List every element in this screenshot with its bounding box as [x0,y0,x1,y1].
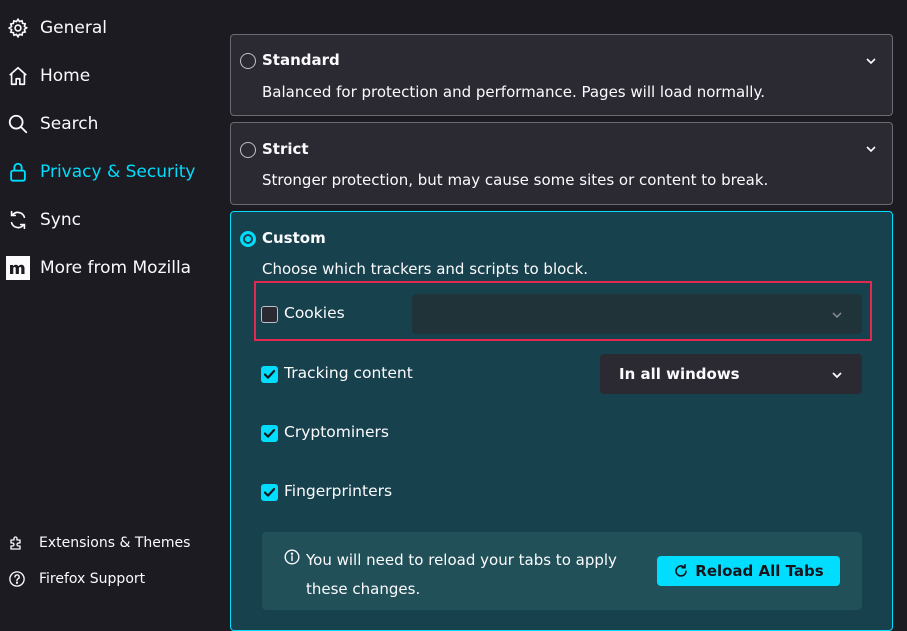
search-icon [6,112,30,136]
sync-icon [6,208,30,232]
tracking-content-select[interactable]: In all windows [600,354,862,394]
sidebar: General Home Search Privacy & Security S… [0,0,214,614]
tracking-content-select-value: In all windows [619,365,740,383]
custom-radio[interactable] [240,231,256,247]
sidebar-item-general[interactable]: General [0,8,214,48]
standard-title: Standard [262,51,340,69]
sidebar-item-label: General [40,18,107,38]
reload-notice-text: You will need to reload your tabs to app… [306,551,617,598]
sidebar-item-label: Firefox Support [39,571,146,587]
standard-description: Balanced for protection and performance.… [262,83,765,101]
strict-protection-card[interactable]: Strict Stronger protection, but may caus… [230,122,893,205]
info-icon [284,549,300,565]
chevron-down-icon [830,307,844,321]
sidebar-item-label: Extensions & Themes [39,535,191,551]
sidebar-item-sync[interactable]: Sync [0,200,214,240]
sidebar-item-extensions-themes[interactable]: Extensions & Themes [0,528,214,558]
cookies-label[interactable]: Cookies [284,304,345,322]
tracking-content-label[interactable]: Tracking content [284,364,413,382]
fingerprinters-label[interactable]: Fingerprinters [284,482,392,500]
cookies-select[interactable] [412,294,862,334]
sidebar-item-label: Sync [40,210,81,230]
fingerprinters-checkbox[interactable] [261,484,278,501]
sidebar-item-search[interactable]: Search [0,104,214,144]
puzzle-icon [8,534,26,552]
cryptominers-label[interactable]: Cryptominers [284,423,389,441]
reload-icon [673,563,689,579]
cryptominers-checkbox[interactable] [261,425,278,442]
chevron-down-icon[interactable] [864,53,878,67]
home-icon [6,64,30,88]
strict-title: Strict [262,140,309,158]
sidebar-item-label: More from Mozilla [40,258,192,278]
chevron-down-icon[interactable] [864,141,878,155]
lock-icon [6,160,30,184]
custom-description: Choose which trackers and scripts to blo… [262,260,588,278]
reload-all-tabs-button[interactable]: Reload All Tabs [657,556,840,586]
sidebar-item-home[interactable]: Home [0,56,214,96]
sidebar-item-more-from-mozilla[interactable]: More from Mozilla [0,248,214,288]
sidebar-item-label: Search [40,114,99,134]
cookies-checkbox[interactable] [261,306,278,323]
help-icon [8,570,26,588]
mozilla-m-icon [6,256,30,280]
standard-protection-card[interactable]: Standard Balanced for protection and per… [230,34,893,116]
sidebar-item-firefox-support[interactable]: Firefox Support [0,564,214,594]
sidebar-item-label: Privacy & Security [40,162,196,182]
reload-all-tabs-label: Reload All Tabs [695,562,824,580]
sidebar-item-privacy-security[interactable]: Privacy & Security [0,152,214,192]
gear-icon [6,16,30,40]
tracking-content-checkbox[interactable] [261,366,278,383]
strict-description: Stronger protection, but may cause some … [262,171,769,189]
custom-title: Custom [262,229,326,247]
strict-radio[interactable] [240,142,256,158]
chevron-down-icon [830,367,844,381]
standard-radio[interactable] [240,53,256,69]
sidebar-item-label: Home [40,66,91,86]
